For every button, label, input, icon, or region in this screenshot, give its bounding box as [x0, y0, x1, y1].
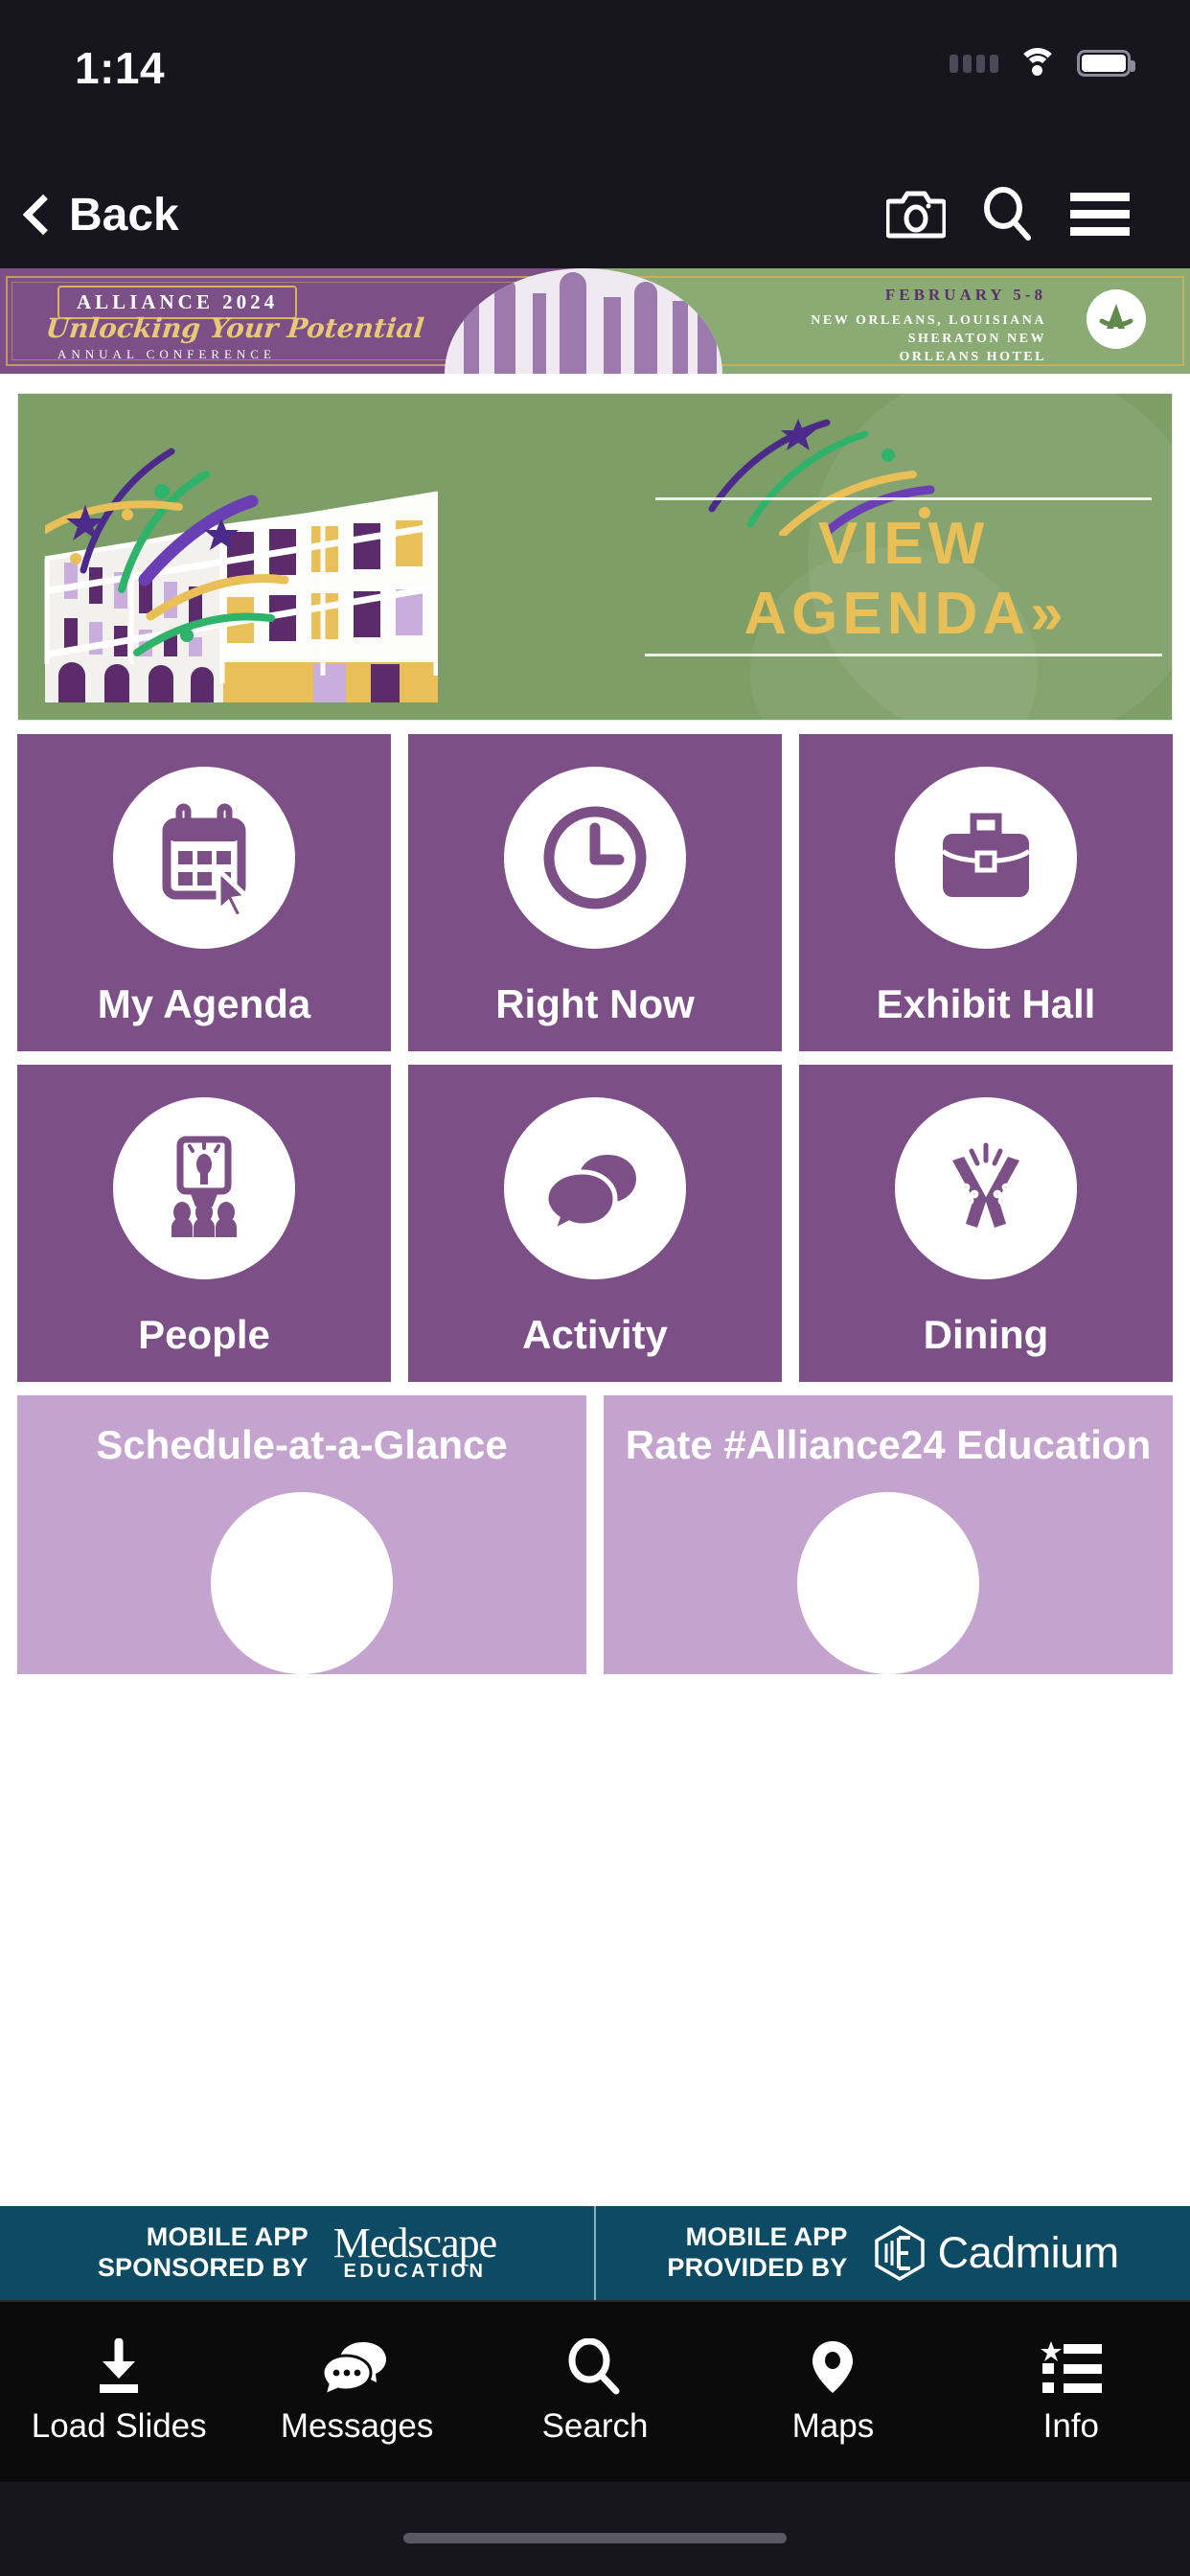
medscape-wordmark: Medscape [332, 2219, 497, 2266]
tab-label: Info [1042, 2407, 1100, 2445]
tile-row-3: Schedule-at-a-Glance Rate #Alliance24 Ed… [17, 1395, 1173, 1675]
banner-subtitle: ANNUAL CONFERENCE [57, 347, 276, 361]
fireworks-confetti-icon [45, 448, 289, 656]
tile-my-agenda[interactable]: My Agenda [17, 734, 391, 1052]
briefcase-icon [895, 767, 1077, 949]
tile-rate-education[interactable]: Rate #Alliance24 Education [604, 1395, 1173, 1675]
banner-script: Unlocking Your Potential [44, 312, 426, 344]
tile-label: Schedule-at-a-Glance [96, 1422, 508, 1468]
tile-label: Right Now [495, 981, 695, 1026]
rate-icon [797, 1492, 979, 1675]
tab-load-slides[interactable]: Load Slides [0, 2338, 238, 2446]
tab-label: Search [541, 2407, 649, 2445]
tab-search[interactable]: Search [476, 2338, 714, 2446]
speech-bubbles-icon [504, 1097, 686, 1280]
banner-dates: FEBRUARY 5-8 [884, 286, 1046, 304]
list-star-icon [1040, 2341, 1102, 2393]
view-agenda-line2: AGENDA» [744, 581, 1064, 648]
tab-messages[interactable]: Messages [238, 2338, 475, 2446]
tile-label: Rate #Alliance24 Education [625, 1422, 1152, 1468]
tile-people[interactable]: People [17, 1065, 391, 1383]
tile-dining[interactable]: Dining [799, 1065, 1173, 1383]
presentation-audience-icon [113, 1097, 295, 1280]
view-agenda-line1: VIEW [817, 511, 990, 577]
cadmium-wordmark: Cadmium [937, 2228, 1120, 2277]
sponsor-left[interactable]: MOBILE APP SPONSORED BY Medscape EDUCATI… [0, 2206, 594, 2300]
chevron-left-icon [22, 194, 64, 236]
tile-label: Dining [923, 1312, 1049, 1358]
banner-right: FEBRUARY 5-8 NEW ORLEANS, LOUISIANA SHER… [444, 268, 1190, 374]
sponsor-right[interactable]: MOBILE APP PROVIDED BY Cadmium [594, 2206, 1190, 2300]
camera-button[interactable] [870, 176, 962, 253]
schedule-icon [211, 1492, 393, 1675]
home-indicator-area [0, 2482, 1190, 2576]
view-agenda-banner[interactable]: VIEW AGENDA» [17, 393, 1173, 721]
status-time: 1:14 [75, 43, 166, 93]
app-screen: 1:14 Back ALLIANCE 2024 Unlocking Your P… [0, 0, 1190, 2576]
cellular-dots-icon [950, 54, 998, 73]
back-label: Back [69, 189, 179, 241]
tile-grid: My Agenda Right Now Exhibit Hall People … [0, 721, 1190, 1675]
tab-maps[interactable]: Maps [714, 2338, 951, 2446]
banner-title: ALLIANCE 2024 [77, 290, 279, 313]
tile-right-now[interactable]: Right Now [408, 734, 782, 1052]
download-icon [100, 2338, 139, 2393]
tile-activity[interactable]: Activity [408, 1065, 782, 1383]
medscape-sub: EDUCATION [343, 2261, 487, 2283]
hero-section: VIEW AGENDA» [0, 374, 1190, 721]
champagne-toast-icon [895, 1097, 1077, 1280]
wifi-icon [1018, 48, 1058, 79]
medscape-education-logo: Medscape EDUCATION [332, 2219, 497, 2284]
cadmium-logo: Cadmium [873, 2224, 1119, 2282]
back-button[interactable]: Back [21, 189, 179, 242]
tile-label: People [138, 1312, 270, 1358]
chat-bubbles-icon [322, 2342, 386, 2396]
tile-label: My Agenda [97, 981, 311, 1026]
cadmium-hexagon-logo [874, 2224, 925, 2282]
search-icon [568, 2338, 620, 2395]
bottom-tab-bar: Load Slides Messages Search Maps Info [0, 2300, 1190, 2482]
alliance-a-logo-icon [1086, 289, 1146, 349]
tile-row-2: People Activity Dining [17, 1065, 1173, 1383]
sponsor-bar: MOBILE APP SPONSORED BY Medscape EDUCATI… [0, 2206, 1190, 2300]
tile-exhibit-hall[interactable]: Exhibit Hall [799, 734, 1173, 1052]
hamburger-menu-icon [1070, 193, 1130, 236]
calendar-click-icon [113, 767, 295, 949]
navigation-bar: Back [0, 161, 1190, 268]
tile-label: Exhibit Hall [876, 981, 1096, 1026]
sponsor-left-text: MOBILE APP SPONSORED BY [97, 2222, 309, 2282]
search-button[interactable] [962, 176, 1054, 253]
status-bar: 1:14 [0, 0, 1190, 161]
tab-info[interactable]: Info [952, 2338, 1190, 2446]
clock-icon [504, 767, 686, 949]
banner-location: NEW ORLEANS, LOUISIANA SHERATON NEW ORLE… [811, 313, 1046, 364]
home-indicator[interactable] [403, 2533, 787, 2543]
map-pin-icon [812, 2341, 854, 2393]
tab-label: Load Slides [31, 2407, 207, 2445]
search-icon [984, 187, 1031, 241]
view-agenda-cta[interactable]: VIEW AGENDA» [645, 497, 1162, 657]
tile-label: Activity [522, 1312, 668, 1358]
tile-schedule-at-a-glance[interactable]: Schedule-at-a-Glance [17, 1395, 586, 1675]
tile-row-1: My Agenda Right Now Exhibit Hall [17, 734, 1173, 1052]
menu-button[interactable] [1054, 176, 1146, 253]
battery-full-icon [1077, 50, 1135, 77]
status-indicators [950, 48, 1135, 79]
tab-label: Maps [791, 2407, 875, 2445]
camera-icon [886, 191, 946, 239]
sponsor-right-text: MOBILE APP PROVIDED BY [667, 2222, 848, 2282]
conference-banner[interactable]: ALLIANCE 2024 Unlocking Your Potential A… [0, 268, 1190, 374]
tab-label: Messages [280, 2407, 434, 2445]
double-chevron-icon: » [1030, 581, 1064, 648]
